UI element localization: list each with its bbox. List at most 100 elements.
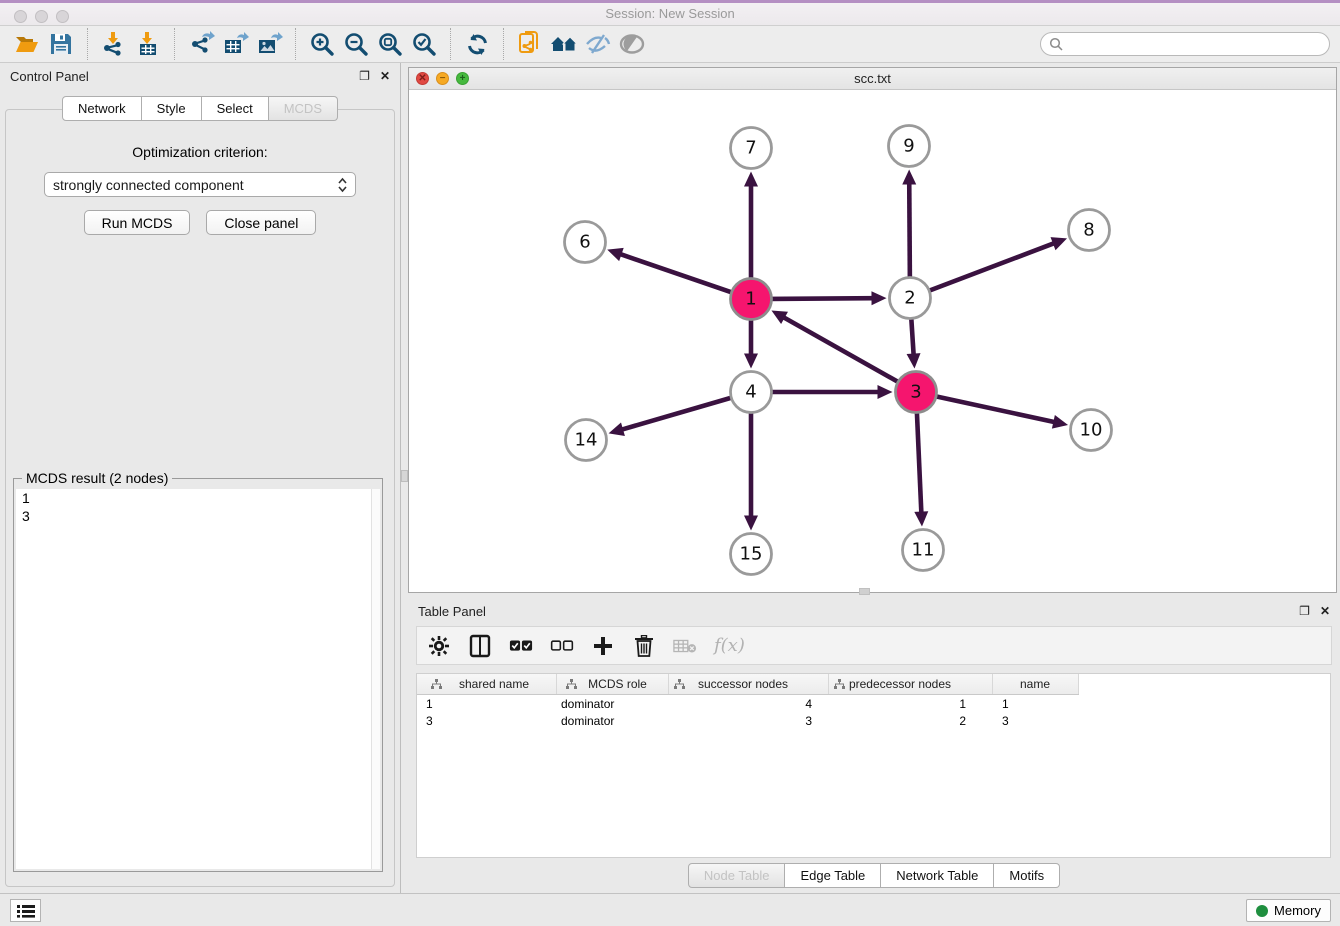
delete-table-icon (673, 634, 697, 658)
result-item[interactable]: 1 (16, 489, 380, 507)
hide-selected-icon[interactable] (581, 29, 615, 59)
settings-icon[interactable] (427, 634, 451, 658)
minimize-window-button[interactable] (35, 10, 48, 23)
graph-edge-arrowhead (1052, 415, 1068, 429)
mcds-result-list[interactable]: 1 3 (16, 489, 380, 869)
task-history-button[interactable] (10, 899, 41, 922)
clone-network-icon[interactable] (513, 29, 547, 59)
cell-mcds-role[interactable]: dominator (557, 697, 669, 711)
graph-edge-2-8[interactable] (926, 243, 1055, 292)
graph-node-label: 6 (579, 232, 590, 253)
tab-mcds[interactable]: MCDS (269, 96, 338, 121)
close-window-button[interactable] (14, 10, 27, 23)
select-all-icon[interactable] (509, 634, 533, 658)
close-panel-button[interactable]: Close panel (206, 210, 316, 235)
vertical-splitter-handle[interactable] (401, 470, 408, 482)
zoom-out-icon[interactable] (339, 29, 373, 59)
column-header-mcds-role[interactable]: MCDS role (557, 674, 669, 694)
network-maximize-button[interactable]: + (456, 72, 469, 85)
cell-successor-nodes[interactable]: 4 (669, 697, 829, 711)
zoom-fit-icon[interactable] (373, 29, 407, 59)
criterion-select[interactable]: strongly connected component (44, 172, 356, 197)
close-table-panel-icon[interactable]: ✕ (1320, 604, 1330, 618)
cell-predecessor-nodes[interactable]: 1 (829, 697, 993, 711)
show-columns-icon[interactable] (468, 634, 492, 658)
network-minimize-button[interactable]: − (436, 72, 449, 85)
select-stepper-icon (338, 177, 347, 193)
first-neighbors-icon[interactable] (547, 29, 581, 59)
float-panel-icon[interactable]: ❐ (359, 69, 370, 83)
memory-button[interactable]: Memory (1246, 899, 1331, 922)
save-session-icon[interactable] (44, 29, 78, 59)
graph-node-label: 14 (575, 430, 598, 451)
tab-network[interactable]: Network (62, 96, 142, 121)
table-row[interactable]: 3 dominator 3 2 3 (417, 712, 1330, 729)
network-close-button[interactable]: ✕ (416, 72, 429, 85)
tab-style[interactable]: Style (142, 96, 202, 121)
import-network-icon[interactable] (97, 29, 131, 59)
graph-edge-3-10[interactable] (933, 396, 1055, 423)
column-type-icon (431, 679, 442, 690)
column-type-icon (674, 679, 685, 690)
graph-edge-arrowhead (907, 353, 921, 368)
export-table-icon[interactable] (218, 29, 252, 59)
export-network-icon[interactable] (184, 29, 218, 59)
export-image-icon[interactable] (252, 29, 286, 59)
show-all-icon[interactable] (615, 29, 649, 59)
tab-node-table[interactable]: Node Table (688, 863, 786, 888)
graph-edge-1-6[interactable] (620, 254, 735, 293)
column-header-successor-nodes[interactable]: successor nodes (669, 674, 829, 694)
graph-edge-2-9[interactable] (909, 182, 910, 280)
zoom-in-icon[interactable] (305, 29, 339, 59)
cell-shared-name[interactable]: 1 (417, 697, 557, 711)
open-file-icon[interactable] (10, 29, 44, 59)
tab-select[interactable]: Select (202, 96, 269, 121)
node-table[interactable]: shared name MCDS role successor nodes pr… (416, 673, 1331, 858)
graph-node-label: 10 (1080, 420, 1103, 441)
table-row[interactable]: 1 dominator 4 1 1 (417, 695, 1330, 712)
cell-name[interactable]: 3 (993, 714, 1079, 728)
result-item[interactable]: 3 (16, 507, 380, 525)
table-tabs: Node Table Edge Table Network Table Moti… (408, 863, 1340, 888)
network-canvas-area[interactable]: 7968124314101511 (409, 90, 1336, 592)
column-header-predecessor-nodes[interactable]: predecessor nodes (829, 674, 993, 694)
cell-predecessor-nodes[interactable]: 2 (829, 714, 993, 728)
control-panel-tabs: Network Style Select MCDS (0, 96, 400, 121)
import-table-icon[interactable] (131, 29, 165, 59)
graph-edge-4-14[interactable] (621, 397, 734, 430)
maximize-window-button[interactable] (56, 10, 69, 23)
search-box[interactable] (1040, 32, 1330, 56)
result-scrollbar[interactable] (371, 489, 380, 869)
graph-edge-1-2[interactable] (768, 298, 873, 299)
tab-edge-table[interactable]: Edge Table (785, 863, 881, 888)
graph-node-label: 2 (904, 288, 915, 309)
refresh-icon[interactable] (460, 29, 494, 59)
add-column-icon[interactable] (591, 634, 615, 658)
graph-edge-2-3[interactable] (911, 315, 914, 355)
cell-successor-nodes[interactable]: 3 (669, 714, 829, 728)
task-list-icon (17, 904, 35, 918)
horizontal-splitter-handle[interactable] (859, 588, 870, 595)
cell-shared-name[interactable]: 3 (417, 714, 557, 728)
table-panel-header: Table Panel ❐ ✕ (408, 598, 1340, 624)
cell-mcds-role[interactable]: dominator (557, 714, 669, 728)
run-mcds-button[interactable]: Run MCDS (84, 210, 191, 235)
function-builder-icon: f(x) (714, 635, 745, 656)
graph-edge-3-1[interactable] (783, 317, 901, 383)
network-canvas[interactable]: 7968124314101511 (409, 90, 1336, 593)
graph-edge-3-11[interactable] (917, 409, 922, 513)
network-window-titlebar[interactable]: ✕ − + scc.txt (409, 68, 1336, 90)
delete-column-icon[interactable] (632, 634, 656, 658)
zoom-selected-icon[interactable] (407, 29, 441, 59)
mcds-panel: Optimization criterion: strongly connect… (5, 109, 395, 887)
tab-network-table[interactable]: Network Table (881, 863, 994, 888)
close-panel-icon[interactable]: ✕ (380, 69, 390, 83)
column-header-shared-name[interactable]: shared name (417, 674, 557, 694)
float-table-panel-icon[interactable]: ❐ (1299, 604, 1310, 618)
window-controls[interactable] (14, 10, 69, 23)
deselect-all-icon[interactable] (550, 634, 574, 658)
cell-name[interactable]: 1 (993, 697, 1079, 711)
tab-motifs[interactable]: Motifs (994, 863, 1060, 888)
search-input[interactable] (1069, 37, 1321, 52)
column-header-name[interactable]: name (993, 674, 1079, 694)
